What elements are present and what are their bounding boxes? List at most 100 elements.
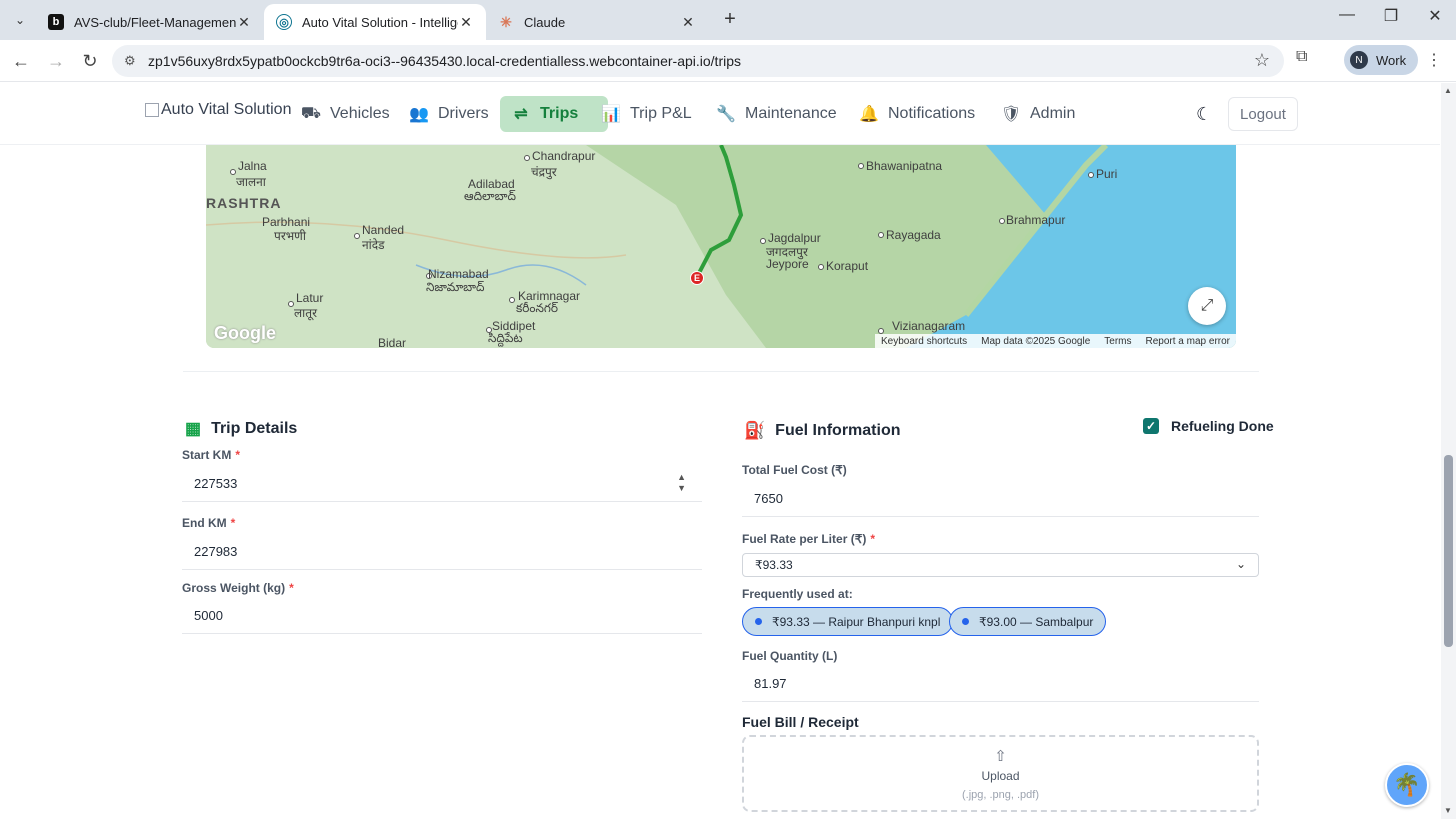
route-map[interactable]: Chandrapur चंद्रपुर Bhawanipatna Puri Ja… [206, 145, 1236, 348]
map-label-bhawanipatna: Bhawanipatna [866, 159, 943, 173]
city-dot [1088, 172, 1094, 178]
nav-vehicles[interactable]: ⛟ Vehicles [290, 96, 400, 132]
page-scrollbar[interactable] [1441, 83, 1456, 819]
minimize-icon[interactable]: — [1332, 6, 1362, 24]
map-terrain [206, 145, 1236, 348]
fuel-rate-selected: ₹93.33 [755, 558, 793, 572]
fuel-rate-select[interactable]: ₹93.33 ⌄ [742, 553, 1259, 577]
keyboard-shortcuts-link[interactable]: Keyboard shortcuts [881, 336, 967, 347]
broken-image-icon [145, 103, 159, 117]
label-text: End KM [182, 516, 227, 530]
nav-trip-pl[interactable]: 📊 Trip P&L [590, 96, 702, 132]
map-label-nizamabad: Nizamabad [428, 267, 489, 281]
number-spinner-icon[interactable]: ▲ ▼ [677, 472, 686, 494]
forward-arrow-icon[interactable]: → [43, 48, 69, 74]
refueling-done-toggle[interactable]: ✓ Refueling Done [1143, 418, 1274, 434]
map-label-adilabad-local: ఆదిలాబాద్ [464, 189, 516, 203]
nav-admin[interactable]: 🛡 Admin [990, 96, 1085, 132]
refueling-label: Refueling Done [1171, 418, 1274, 434]
site-info-icon[interactable]: ⚙ [124, 53, 136, 69]
close-tab-icon[interactable]: ✕ [236, 14, 252, 31]
fuel-quantity-value: 81.97 [754, 676, 787, 691]
trip-end-marker[interactable]: E [690, 271, 704, 285]
fuel-rate-chip-sambalpur[interactable]: ₹93.00 — Sambalpur [949, 607, 1107, 636]
fuel-bill-heading: Fuel Bill / Receipt [742, 714, 859, 730]
map-label-nanded: Nanded [362, 223, 405, 237]
city-dot [878, 232, 884, 238]
nav-maintenance[interactable]: 🔧 Maintenance [705, 96, 847, 132]
map-label-bidar: Bidar [378, 336, 407, 348]
fuel-rate-chip-raipur[interactable]: ₹93.33 — Raipur Bhanpuri knpl [742, 607, 954, 636]
label-text: Start KM [182, 448, 232, 462]
extensions-puzzle-icon[interactable]: ⧉ [1296, 48, 1307, 66]
map-label-latur-local: लातूर [294, 306, 317, 320]
reload-icon[interactable]: ↻ [77, 48, 103, 74]
close-tab-icon[interactable]: ✕ [680, 14, 696, 31]
dark-mode-moon-icon[interactable]: ☾ [1196, 104, 1212, 125]
fuel-rate-label: Fuel Rate per Liter (₹) * [742, 532, 875, 546]
city-dot [524, 155, 530, 161]
fullscreen-icon[interactable]: ⤢ [1188, 287, 1226, 325]
logo-alt-text: Auto Vital Solution [161, 101, 292, 118]
end-km-input[interactable]: 227983 [182, 534, 702, 570]
chip-label: ₹93.00 — Sambalpur [979, 614, 1094, 629]
city-dot [509, 297, 515, 303]
app-logo[interactable]: Auto Vital Solution [145, 101, 291, 119]
new-tab-plus-icon[interactable]: + [718, 8, 742, 31]
scrollbar-thumb[interactable] [1444, 455, 1453, 647]
close-window-icon[interactable]: ✕ [1420, 6, 1450, 26]
gross-weight-input[interactable]: 5000 [182, 598, 702, 634]
bookmark-star-icon[interactable]: ☆ [1254, 50, 1270, 71]
total-fuel-cost-value: 7650 [754, 491, 783, 506]
tab-title: Auto Vital Solution - Intelligent [302, 14, 458, 30]
total-fuel-cost-input[interactable]: 7650 [742, 481, 1259, 517]
refueling-checkbox[interactable]: ✓ [1143, 418, 1159, 434]
nav-notifications[interactable]: 🔔 Notifications [848, 96, 985, 132]
fuel-bill-upload-dropzone[interactable]: ⇧ Upload (.jpg, .png, .pdf) [742, 735, 1259, 812]
tab-search-chevron-icon[interactable]: ⌄ [8, 8, 32, 32]
restore-icon[interactable]: ❐ [1376, 6, 1406, 26]
fuel-quantity-input[interactable]: 81.97 [742, 666, 1259, 702]
upload-label: Upload [981, 768, 1020, 783]
required-mark: * [230, 516, 236, 530]
nav-label: Drivers [438, 105, 489, 122]
avatar: N [1350, 51, 1368, 69]
start-km-input[interactable]: 227533 ▲ ▼ [182, 466, 702, 502]
browser-tab-bar: ⌄ b AVS-club/Fleet-Management-S ✕ ◎ Auto… [0, 0, 1456, 40]
tab-title: Claude [524, 14, 566, 30]
report-map-error-link[interactable]: Report a map error [1146, 336, 1230, 347]
chip-bullet [962, 618, 969, 625]
map-label-nizamabad-local: నిజామాబాద్ [426, 280, 485, 294]
map-attribution: Keyboard shortcuts Map data ©2025 Google… [874, 334, 1236, 348]
map-label-latur: Latur [296, 291, 324, 305]
logout-button[interactable]: Logout [1228, 97, 1298, 131]
back-arrow-icon[interactable]: ← [8, 48, 34, 74]
upload-icon: ⇧ [994, 747, 1007, 765]
city-dot [858, 163, 864, 169]
start-km-label: Start KM * [182, 448, 240, 462]
scroll-down-arrow-icon[interactable]: ▼ [1444, 806, 1452, 815]
browser-tab-claude[interactable]: ✳ Claude ✕ [486, 4, 708, 40]
profile-button[interactable]: N Work [1344, 45, 1418, 75]
close-tab-icon[interactable]: ✕ [458, 14, 474, 31]
claude-favicon-icon: ✳ [500, 13, 512, 30]
github-favicon-icon: b [48, 14, 64, 30]
fuel-pump-icon: ⛽ [744, 421, 766, 440]
nav-label: Admin [1030, 105, 1076, 122]
browser-menu-icon[interactable]: ⋮ [1426, 50, 1442, 70]
assistant-avatar-button[interactable]: 🌴 [1385, 763, 1429, 807]
label-text: Fuel Rate per Liter (₹) [742, 532, 867, 546]
end-km-value: 227983 [194, 544, 238, 559]
map-label-jalna: Jalna [238, 159, 267, 173]
nav-drivers[interactable]: 👥 Drivers [398, 96, 499, 132]
terms-link[interactable]: Terms [1104, 336, 1131, 347]
map-label-brahmapur: Brahmapur [1006, 213, 1066, 227]
trip-details-heading: ▦ Trip Details [185, 419, 297, 439]
browser-tab-github[interactable]: b AVS-club/Fleet-Management-S ✕ [36, 4, 264, 40]
address-bar[interactable]: ⚙ zp1v56uxy8rdx5ypatb0ockcb9tr6a-oci3--9… [112, 45, 1284, 77]
section-divider [183, 371, 1259, 372]
scroll-up-arrow-icon[interactable]: ▲ [1444, 86, 1452, 95]
nav-label: Vehicles [330, 105, 390, 122]
label-text: Gross Weight (kg) [182, 581, 286, 595]
browser-tab-auto-vital[interactable]: ◎ Auto Vital Solution - Intelligent ✕ [264, 4, 486, 40]
